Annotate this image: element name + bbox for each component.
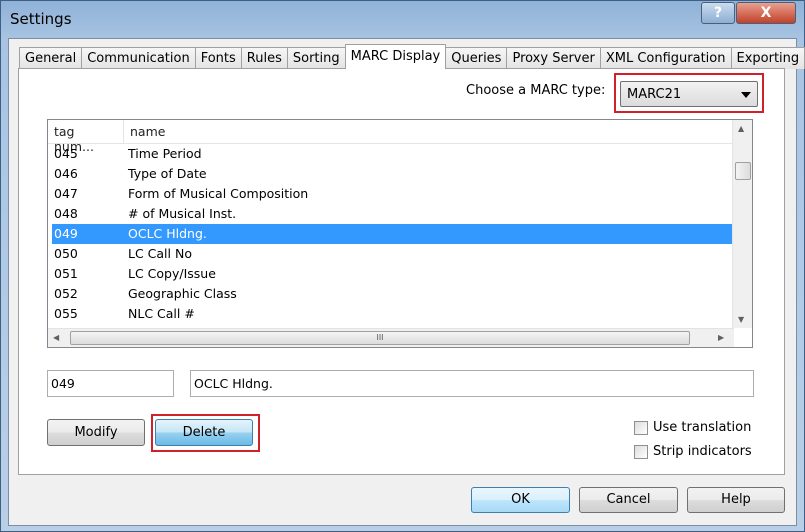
tag-cell: 048 xyxy=(54,206,78,221)
vertical-scroll-thumb[interactable] xyxy=(735,162,751,180)
use-translation-checkbox[interactable] xyxy=(634,421,648,435)
tag-cell: 052 xyxy=(54,286,78,301)
name-cell: Time Period xyxy=(128,146,202,161)
tag-cell: 051 xyxy=(54,266,78,281)
list-row[interactable]: 051 LC Copy/Issue xyxy=(52,264,732,284)
scroll-right-icon[interactable]: ▶ xyxy=(718,333,724,342)
tab-communication[interactable]: Communication xyxy=(81,47,196,69)
list-row[interactable]: 049 OCLC Hldng. xyxy=(52,224,732,244)
tab-bar: General Communication Fonts Rules Sorting MAR… xyxy=(19,44,805,69)
help-title-button[interactable]: ? xyxy=(701,2,735,24)
tab-sorting[interactable]: Sorting xyxy=(286,47,346,69)
list-row[interactable]: 055 NLC Call # xyxy=(52,304,732,324)
name-cell: Geographic Class xyxy=(128,286,237,301)
tag-cell: 046 xyxy=(54,166,78,181)
marc-type-value: MARC21 xyxy=(627,87,682,102)
name-cell: Type of Date xyxy=(128,166,207,181)
list-header: tag num... name xyxy=(48,120,732,154)
ok-button[interactable]: OK xyxy=(471,487,570,513)
scroll-up-icon[interactable]: ▲ xyxy=(738,124,744,133)
horizontal-scroll-thumb[interactable]: III xyxy=(70,331,690,345)
list-row[interactable]: 048 # of Musical Inst. xyxy=(52,204,732,224)
marc-type-select[interactable]: MARC21 xyxy=(620,81,758,107)
tag-cell: 047 xyxy=(54,186,78,201)
window-title: Settings xyxy=(10,10,72,28)
name-cell: LC Call No xyxy=(128,246,192,261)
tab-general[interactable]: General xyxy=(19,47,83,69)
list-row[interactable]: 046 Type of Date xyxy=(52,164,732,184)
modify-button[interactable]: Modify xyxy=(47,419,145,446)
list-row[interactable]: 050 LC Call No xyxy=(52,244,732,264)
cancel-button[interactable]: Cancel xyxy=(579,487,678,513)
list-row[interactable]: 047 Form of Musical Composition xyxy=(52,184,732,204)
delete-button[interactable]: Delete xyxy=(155,419,253,446)
tab-proxy-server[interactable]: Proxy Server xyxy=(506,47,601,69)
tag-cell: 049 xyxy=(54,226,78,241)
name-cell: NLC Call # xyxy=(128,306,195,321)
strip-indicators-checkbox[interactable] xyxy=(634,445,648,459)
vertical-scrollbar[interactable]: ▲ ▼ xyxy=(732,120,752,328)
marc-type-label: Choose a MARC type: xyxy=(466,83,606,98)
strip-indicators-label[interactable]: Strip indicators xyxy=(653,444,752,459)
tab-exporting[interactable]: Exporting xyxy=(730,47,805,69)
tab-xml-configuration[interactable]: XML Configuration xyxy=(599,47,732,69)
scroll-left-icon[interactable]: ◀ xyxy=(53,333,59,342)
scroll-down-icon[interactable]: ▼ xyxy=(738,315,744,324)
tab-marc-display[interactable]: MARC Display xyxy=(344,44,447,69)
name-cell: # of Musical Inst. xyxy=(128,206,237,221)
tag-name-input[interactable]: OCLC Hldng. xyxy=(190,370,754,397)
column-header-tag[interactable]: tag num... xyxy=(48,120,124,154)
name-cell: OCLC Hldng. xyxy=(128,226,207,241)
list-row[interactable]: 045 Time Period xyxy=(52,144,732,164)
tab-rules[interactable]: Rules xyxy=(240,47,288,69)
tab-fonts[interactable]: Fonts xyxy=(194,47,242,69)
help-button[interactable]: Help xyxy=(687,487,785,513)
tab-queries[interactable]: Queries xyxy=(445,47,508,69)
list-row[interactable]: 052 Geographic Class xyxy=(52,284,732,304)
tag-cell: 050 xyxy=(54,246,78,261)
column-header-name[interactable]: name xyxy=(124,120,171,143)
name-cell: LC Copy/Issue xyxy=(128,266,216,281)
tag-number-input[interactable]: 049 xyxy=(47,370,174,397)
use-translation-label[interactable]: Use translation xyxy=(653,420,751,435)
name-cell: Form of Musical Composition xyxy=(128,186,309,201)
tag-cell: 055 xyxy=(54,306,78,321)
chevron-down-icon xyxy=(741,92,751,98)
horizontal-scrollbar[interactable]: ◀ III ▶ xyxy=(48,328,734,347)
close-button[interactable]: X xyxy=(736,2,796,24)
marc-tag-list[interactable]: tag num... name 045 Time Period 046 Type of… xyxy=(47,119,753,348)
tag-cell: 045 xyxy=(54,146,78,161)
